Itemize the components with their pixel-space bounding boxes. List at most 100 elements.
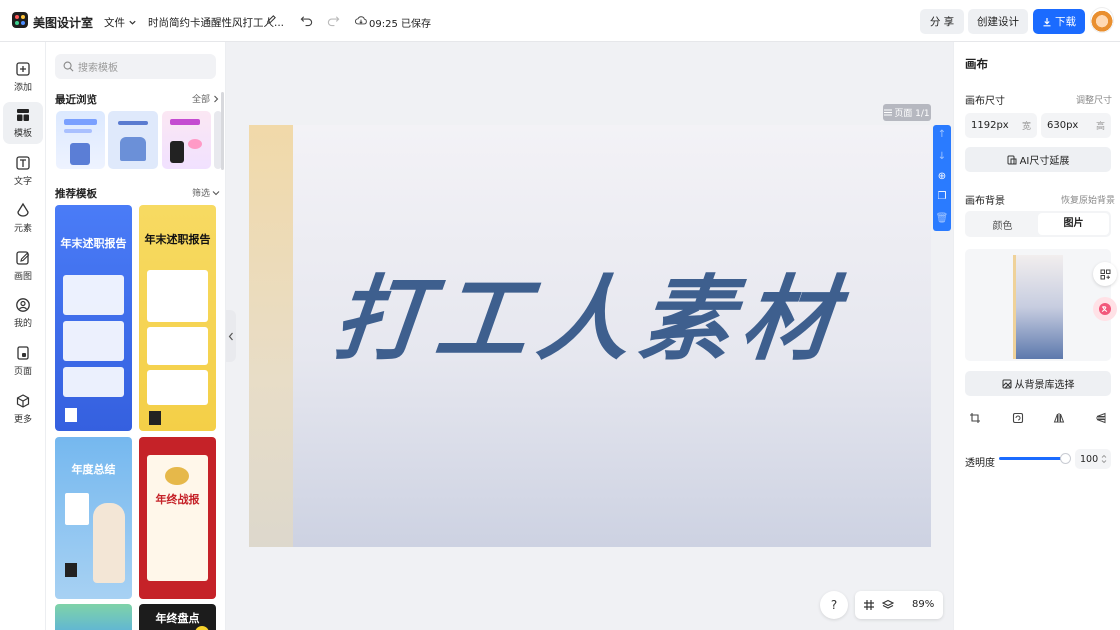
page-icon — [17, 346, 29, 360]
chevron-right-icon — [214, 95, 219, 102]
opacity-slider-handle[interactable] — [1060, 453, 1071, 464]
more-icon — [16, 394, 30, 408]
draw-icon — [16, 251, 30, 265]
background-preview[interactable] — [965, 249, 1111, 361]
restore-background-link[interactable]: 恢复原始背景 — [1061, 193, 1115, 206]
apps-icon — [1100, 269, 1110, 279]
rail-item-page[interactable]: 页面 — [3, 340, 43, 382]
design-canvas[interactable]: 打工人素材 — [249, 125, 931, 547]
background-library-label: 从背景库选择 — [1014, 380, 1075, 391]
zoom-level[interactable]: 89% — [912, 599, 934, 610]
page-indicator-label: 页面 1/1 — [894, 109, 930, 119]
app-logo-icon[interactable] — [12, 12, 28, 28]
undo-icon[interactable] — [300, 14, 313, 27]
canvas-height-field[interactable]: 630px 高 — [1041, 113, 1111, 138]
panel-title: 画布 — [965, 57, 988, 71]
user-avatar[interactable] — [1090, 7, 1114, 33]
move-up-icon[interactable]: ↑ — [933, 129, 951, 141]
delete-page-icon[interactable]: 🗑 — [933, 213, 951, 225]
canvas-background-label: 画布背景 — [965, 196, 1005, 207]
share-button[interactable]: 分 享 — [920, 9, 964, 34]
search-placeholder: 搜索模板 — [78, 63, 118, 74]
translate-button[interactable] — [1093, 297, 1117, 321]
opacity-slider-track[interactable] — [999, 457, 1065, 460]
template-card[interactable]: 年末述职报告 — [55, 205, 132, 431]
move-down-icon[interactable]: ↓ — [933, 151, 951, 163]
template-card-title: 年度总结 — [71, 463, 116, 476]
rail-item-label: 元素 — [13, 224, 32, 234]
recent-thumbnail[interactable] — [108, 111, 158, 169]
opacity-label: 透明度 — [965, 458, 995, 469]
recent-section-title: 最近浏览 — [55, 94, 97, 106]
panel-scrollbar[interactable] — [221, 92, 224, 170]
rail-item-more[interactable]: 更多 — [3, 388, 43, 430]
rail-item-draw[interactable]: 画图 — [3, 245, 43, 287]
rail-item-mine[interactable]: 我的 — [3, 292, 43, 334]
grid-icon[interactable] — [863, 599, 875, 611]
collapse-panel-button[interactable] — [226, 310, 236, 362]
replace-image-icon[interactable] — [1012, 412, 1024, 424]
zoom-toolbar: 89% — [855, 591, 943, 619]
text-icon — [16, 156, 30, 170]
template-card[interactable] — [55, 604, 132, 630]
opacity-value-field[interactable]: 100 — [1075, 449, 1111, 469]
recent-all-label: 全部 — [192, 95, 211, 105]
tab-image[interactable]: 图片 — [1038, 213, 1109, 235]
add-page-icon[interactable]: ⊕ — [933, 171, 951, 183]
file-menu-label: 文件 — [104, 17, 125, 29]
redo-icon[interactable] — [327, 14, 340, 27]
file-menu[interactable]: 文件 — [104, 15, 137, 30]
rail-item-add[interactable]: 添加 — [3, 56, 43, 98]
template-card[interactable]: 年度总结 — [55, 437, 132, 599]
resize-link[interactable]: 调整尺寸 — [1076, 93, 1112, 106]
rail-item-label: 画图 — [13, 272, 32, 282]
copy-page-icon[interactable]: ❐ — [933, 191, 951, 203]
flip-horizontal-icon[interactable] — [1053, 412, 1065, 424]
document-title[interactable]: 时尚简约卡通醒性风打工人... — [148, 15, 284, 30]
recent-all-link[interactable]: 全部 — [192, 92, 220, 105]
opacity-value: 100 — [1080, 453, 1099, 465]
recent-thumbnail[interactable] — [56, 111, 105, 169]
help-button[interactable]: ? — [820, 591, 848, 619]
canvas-width-field[interactable]: 1192px 宽 — [965, 113, 1037, 138]
page-indicator[interactable]: 页面 1/1 — [883, 104, 931, 121]
edit-icon[interactable] — [266, 14, 277, 25]
download-button[interactable]: 下载 — [1033, 9, 1085, 34]
rail-item-label: 页面 — [13, 367, 32, 377]
rail-item-label: 添加 — [13, 83, 32, 93]
template-card[interactable]: 年末述职报告 — [139, 205, 216, 431]
create-design-button[interactable]: 创建设计 — [968, 9, 1028, 34]
template-search-input[interactable]: 搜索模板 — [55, 54, 216, 79]
download-icon — [1043, 17, 1051, 26]
tab-color[interactable]: 颜色 — [967, 217, 1038, 232]
ai-resize-button[interactable]: AI尺寸延展 — [965, 147, 1111, 172]
background-library-button[interactable]: 从背景库选择 — [965, 371, 1111, 396]
height-unit: 高 — [1095, 122, 1105, 132]
user-icon — [16, 298, 30, 312]
chevron-down-icon — [129, 20, 136, 25]
rail-item-text[interactable]: 文字 — [3, 150, 43, 192]
app-name[interactable]: 美图设计室 — [33, 14, 93, 31]
template-panel: 搜索模板 最近浏览 全部 推荐模板 筛选 年末述职报告 年末述职报告 年度总结 … — [46, 42, 226, 630]
template-card-title: 年终盘点 — [155, 612, 200, 625]
rail-item-template[interactable]: 模板 — [3, 102, 43, 144]
search-icon — [63, 61, 74, 72]
ai-resize-label: AI尺寸延展 — [1019, 156, 1070, 167]
template-card[interactable]: 年终战报 — [139, 437, 216, 599]
rail-item-label: 模板 — [13, 129, 32, 139]
rail-item-element[interactable]: 元素 — [3, 197, 43, 239]
recent-thumbnail[interactable] — [162, 111, 211, 169]
apps-button[interactable] — [1093, 262, 1117, 286]
filter-button[interactable]: 筛选 — [192, 186, 220, 199]
chevron-left-icon — [228, 332, 233, 340]
width-value: 1192px — [971, 120, 1009, 131]
template-card-title: 年终战报 — [155, 493, 200, 506]
stepper-icon — [1101, 454, 1107, 464]
canvas-main-text[interactable]: 打工人素材 — [242, 245, 938, 378]
flip-vertical-icon[interactable] — [1095, 412, 1107, 424]
template-card[interactable]: 年终盘点 — [139, 604, 216, 630]
download-label: 下载 — [1055, 16, 1076, 28]
template-card-title: 年末述职报告 — [144, 233, 211, 246]
layers-icon[interactable] — [882, 599, 894, 611]
crop-icon[interactable] — [969, 412, 981, 424]
